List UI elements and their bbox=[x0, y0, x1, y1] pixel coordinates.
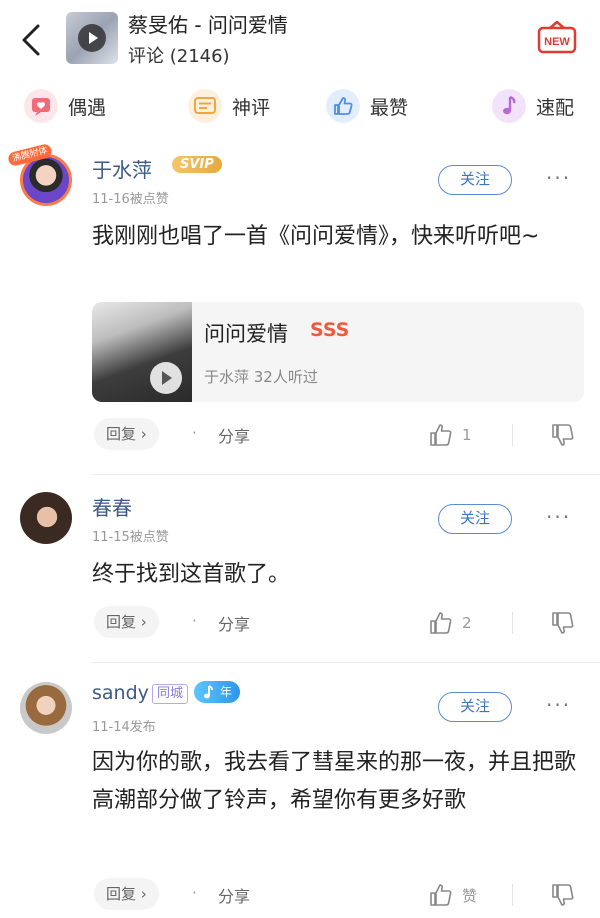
heart-chat-icon bbox=[24, 89, 58, 123]
tab-label: 偶遇 bbox=[68, 96, 107, 119]
like-button[interactable]: 1 bbox=[428, 420, 472, 450]
reply-button[interactable]: 回复 › bbox=[94, 878, 159, 910]
play-icon[interactable] bbox=[150, 362, 182, 394]
tab-zuizan[interactable]: 最赞 bbox=[326, 88, 408, 124]
reply-button[interactable]: 回复 › bbox=[94, 418, 159, 450]
comment-text: 终于找到这首歌了。 bbox=[92, 562, 291, 587]
username[interactable]: 于水萍 bbox=[92, 154, 152, 183]
divider bbox=[92, 662, 600, 663]
divider bbox=[512, 612, 513, 634]
comment-time: 11-15被点赞 bbox=[92, 530, 169, 545]
music-card[interactable]: 问问爱情 SSS 于水萍 32人听过 bbox=[92, 302, 584, 402]
separator-dot: · bbox=[192, 884, 197, 902]
comment-text: 因为你的歌，我去看了彗星来的那一夜，并且把歌高潮部分做了铃声，希望你有更多好歌 bbox=[92, 750, 577, 813]
separator-dot: · bbox=[192, 424, 197, 442]
music-note-icon bbox=[492, 89, 526, 123]
tab-shenping[interactable]: 神评 bbox=[188, 88, 270, 124]
divider bbox=[92, 474, 600, 475]
comment-time: 11-14发布 bbox=[92, 720, 156, 735]
svip-badge: SVIP bbox=[172, 156, 222, 173]
thumbs-up-icon bbox=[326, 89, 360, 123]
song-cover-thumbnail[interactable] bbox=[66, 12, 118, 64]
username[interactable]: sandy bbox=[92, 682, 149, 704]
comment-time: 11-16被点赞 bbox=[92, 192, 169, 207]
more-options-icon[interactable]: ··· bbox=[546, 166, 571, 190]
tab-supei[interactable]: 速配 bbox=[492, 88, 574, 124]
new-badge-icon[interactable]: NEW bbox=[536, 20, 578, 58]
thumbs-up-icon bbox=[430, 612, 452, 634]
header: 蔡旻佑 - 问问爱情 评论 (2146) NEW bbox=[0, 0, 600, 80]
comment-lines-icon bbox=[188, 89, 222, 123]
thumbs-down-icon[interactable] bbox=[550, 422, 576, 448]
song-title[interactable]: 蔡旻佑 - 问问爱情 bbox=[128, 9, 288, 38]
comment-count: 评论 (2146) bbox=[128, 46, 230, 67]
reply-button[interactable]: 回复 › bbox=[94, 606, 159, 638]
thumbs-down-icon[interactable] bbox=[550, 882, 576, 908]
comment-text: 我刚刚也唱了一首《问问爱情》，快来听听吧~ bbox=[92, 224, 540, 249]
tab-label: 神评 bbox=[232, 96, 271, 119]
same-city-tag: 同城 bbox=[152, 684, 189, 704]
tab-label: 最赞 bbox=[370, 96, 409, 119]
like-count: 1 bbox=[462, 426, 472, 444]
year-badge-label: 年 bbox=[220, 685, 233, 699]
thumbs-up-icon bbox=[430, 884, 452, 906]
follow-button[interactable]: 关注 bbox=[438, 692, 512, 722]
music-note-icon bbox=[204, 685, 214, 699]
filter-tabs: 偶遇 神评 最赞 速配 bbox=[0, 82, 600, 130]
share-button[interactable]: 分享 bbox=[218, 611, 250, 635]
svg-text:NEW: NEW bbox=[544, 36, 570, 48]
like-count: 2 bbox=[462, 614, 472, 632]
tab-label: 速配 bbox=[536, 96, 575, 119]
music-title: 问问爱情 bbox=[204, 322, 288, 346]
like-label: 赞 bbox=[462, 886, 478, 905]
avatar[interactable] bbox=[20, 682, 72, 734]
more-options-icon[interactable]: ··· bbox=[546, 505, 571, 529]
thumbs-up-icon bbox=[430, 424, 452, 446]
share-button[interactable]: 分享 bbox=[218, 423, 250, 447]
separator-dot: · bbox=[192, 612, 197, 630]
thumbs-down-icon[interactable] bbox=[550, 610, 576, 636]
music-meta: 于水萍 32人听过 bbox=[204, 368, 318, 386]
year-badge: 年 bbox=[194, 681, 241, 703]
follow-button[interactable]: 关注 bbox=[438, 165, 512, 195]
divider bbox=[512, 424, 513, 446]
follow-button[interactable]: 关注 bbox=[438, 504, 512, 534]
grade-badge: SSS bbox=[310, 319, 350, 341]
back-arrow-icon[interactable] bbox=[14, 20, 50, 60]
like-button[interactable]: 赞 bbox=[428, 880, 477, 910]
divider bbox=[512, 884, 513, 906]
like-button[interactable]: 2 bbox=[428, 608, 472, 638]
username[interactable]: 春春 bbox=[92, 492, 132, 521]
avatar[interactable] bbox=[20, 492, 72, 544]
more-options-icon[interactable]: ··· bbox=[546, 693, 571, 717]
share-button[interactable]: 分享 bbox=[218, 883, 250, 907]
tab-ouyu[interactable]: 偶遇 bbox=[24, 88, 106, 124]
play-icon[interactable] bbox=[78, 24, 106, 52]
